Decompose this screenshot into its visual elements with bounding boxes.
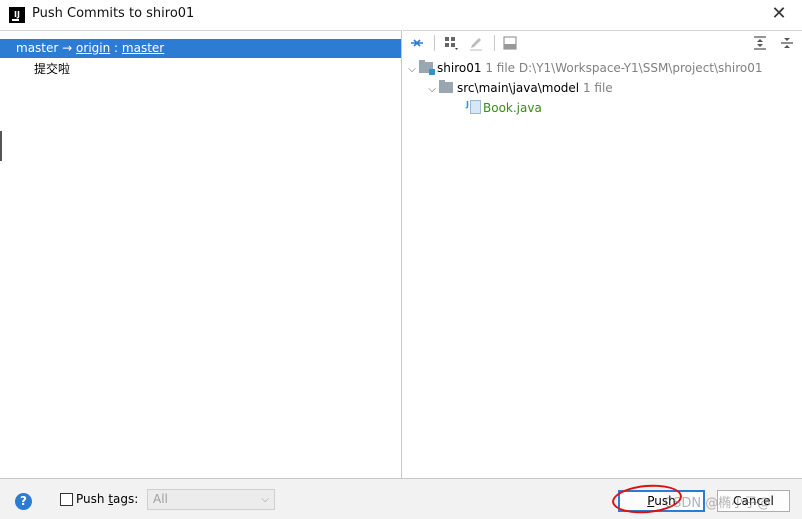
group-by-icon[interactable] (443, 35, 459, 51)
module-path: D:\Y1\Workspace-Y1\SSM\project\shiro01 (518, 61, 763, 75)
intellij-app-icon: IJ (9, 7, 25, 23)
tree-row-file[interactable]: Book.java (466, 95, 542, 118)
chevron-down-icon[interactable]: ⌵ (405, 60, 419, 79)
chevron-down-icon[interactable]: ⌵ (425, 80, 439, 99)
branch-row[interactable]: master → origin : master (0, 39, 401, 58)
tags-dropdown[interactable]: All ⌵ (147, 489, 275, 510)
expand-arrows-icon[interactable] (409, 35, 425, 51)
target-branch-link[interactable]: master (122, 41, 164, 55)
chevron-down-icon: ⌵ (261, 494, 269, 505)
title-bar: IJ Push Commits to shiro01 ✕ (0, 0, 802, 30)
tags-dropdown-value: All (153, 492, 168, 506)
module-name: shiro01 (437, 61, 482, 75)
toolbar-separator (434, 35, 435, 51)
file-name: Book.java (483, 101, 542, 115)
watermark: CSDN @椭小子@ (664, 496, 771, 511)
folder-file-count: 1 file (582, 81, 613, 95)
commits-pane: master → origin : master 提交啦 (0, 30, 402, 478)
push-tags-label-end: ags: (113, 492, 139, 506)
changes-pane: ⌵ shiro01 1 file D:\Y1\Workspace-Y1\SSM\p… (403, 30, 802, 478)
branch-separator: : (114, 41, 119, 55)
push-tags-label[interactable]: Push tags: (76, 492, 138, 506)
pane-edge-marker (0, 131, 2, 161)
java-file-icon (466, 95, 481, 114)
commit-item[interactable]: 提交啦 (34, 61, 70, 77)
folder-icon (439, 80, 453, 93)
module-file-count: 1 file (485, 61, 516, 75)
preview-diff-icon[interactable] (502, 35, 518, 51)
local-branch: master (16, 41, 59, 55)
close-icon[interactable]: ✕ (770, 5, 788, 23)
module-folder-icon (419, 60, 435, 75)
branch-arrow: → (62, 41, 73, 55)
collapse-all-icon[interactable] (779, 35, 795, 51)
tree-row-folder[interactable]: ⌵ src\main\java\model 1 file (425, 79, 613, 98)
help-icon[interactable]: ? (15, 493, 32, 510)
expand-all-icon[interactable] (752, 35, 768, 51)
edit-source-icon[interactable] (468, 35, 484, 51)
window-title: Push Commits to shiro01 (32, 6, 195, 21)
push-tags-label-start: Push (76, 492, 109, 506)
toolbar-separator (494, 35, 495, 51)
push-tags-checkbox[interactable] (60, 493, 73, 506)
remote-name-link[interactable]: origin (76, 41, 110, 55)
folder-name: src\main\java\model (457, 81, 580, 95)
tree-row-module[interactable]: ⌵ shiro01 1 file D:\Y1\Workspace-Y1\SSM\p… (405, 59, 763, 78)
